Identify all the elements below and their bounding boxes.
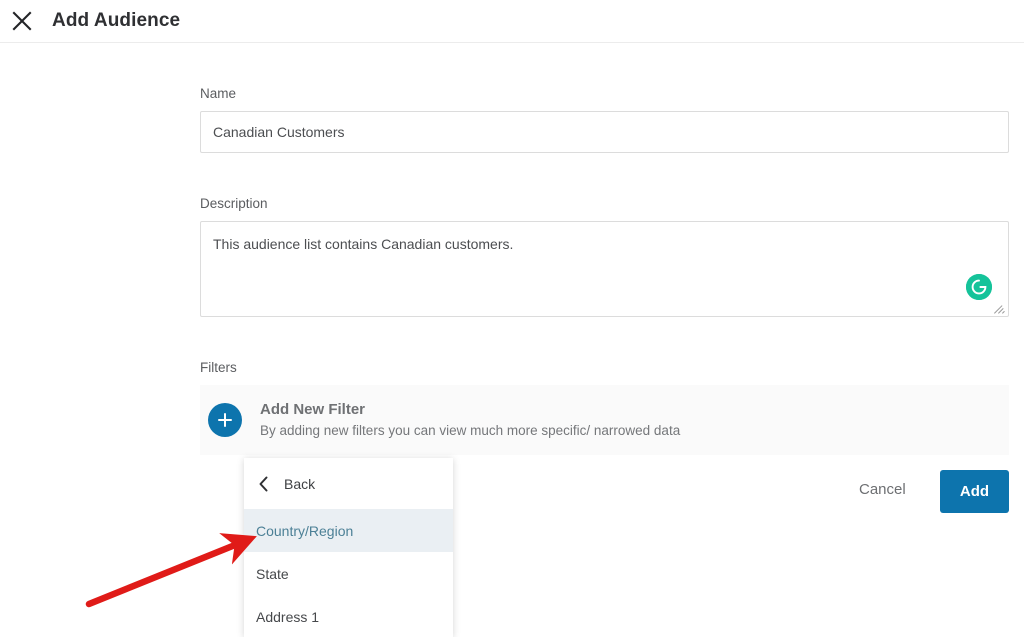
filter-field-dropdown: Back Country/Region State Address 1	[244, 458, 453, 637]
add-button[interactable]: Add	[940, 470, 1009, 513]
dropdown-item-country-region[interactable]: Country/Region	[244, 509, 453, 552]
dropdown-item-address-1[interactable]: Address 1	[244, 595, 453, 637]
name-label: Name	[200, 86, 237, 101]
add-new-filter-texts: Add New Filter By adding new filters you…	[260, 400, 680, 440]
add-new-filter-subtitle: By adding new filters you can view much …	[260, 423, 681, 438]
cancel-button[interactable]: Cancel	[859, 481, 906, 498]
add-audience-dialog: Add Audience Name Canadian Customers Des…	[0, 0, 1024, 637]
dropdown-item-label: State	[256, 565, 289, 582]
dialog-header: Add Audience	[0, 0, 1024, 43]
chevron-left-icon	[258, 476, 274, 492]
add-new-filter-card[interactable]: Add New Filter By adding new filters you…	[200, 385, 1009, 455]
dropdown-item-state[interactable]: State	[244, 552, 453, 595]
audience-form: Name Canadian Customers Description This…	[200, 43, 1009, 455]
dropdown-item-label: Address 1	[256, 608, 320, 625]
name-input-value: Canadian Customers	[213, 124, 345, 140]
dropdown-item-label: Country/Region	[256, 522, 354, 539]
description-textarea[interactable]: This audience list contains Canadian cus…	[200, 221, 1009, 317]
add-new-filter-title: Add New Filter	[260, 401, 366, 418]
description-textarea-value: This audience list contains Canadian cus…	[213, 236, 514, 252]
page-title: Add Audience	[52, 10, 181, 31]
plus-icon[interactable]	[208, 403, 242, 437]
textarea-resize-handle[interactable]	[994, 302, 1006, 314]
description-label: Description	[200, 196, 268, 211]
filters-label: Filters	[200, 360, 237, 375]
grammarly-icon[interactable]	[966, 274, 992, 300]
dropdown-back-label: Back	[284, 475, 316, 492]
name-input[interactable]: Canadian Customers	[200, 111, 1009, 153]
close-icon[interactable]	[0, 0, 44, 43]
dropdown-back-button[interactable]: Back	[244, 458, 453, 509]
